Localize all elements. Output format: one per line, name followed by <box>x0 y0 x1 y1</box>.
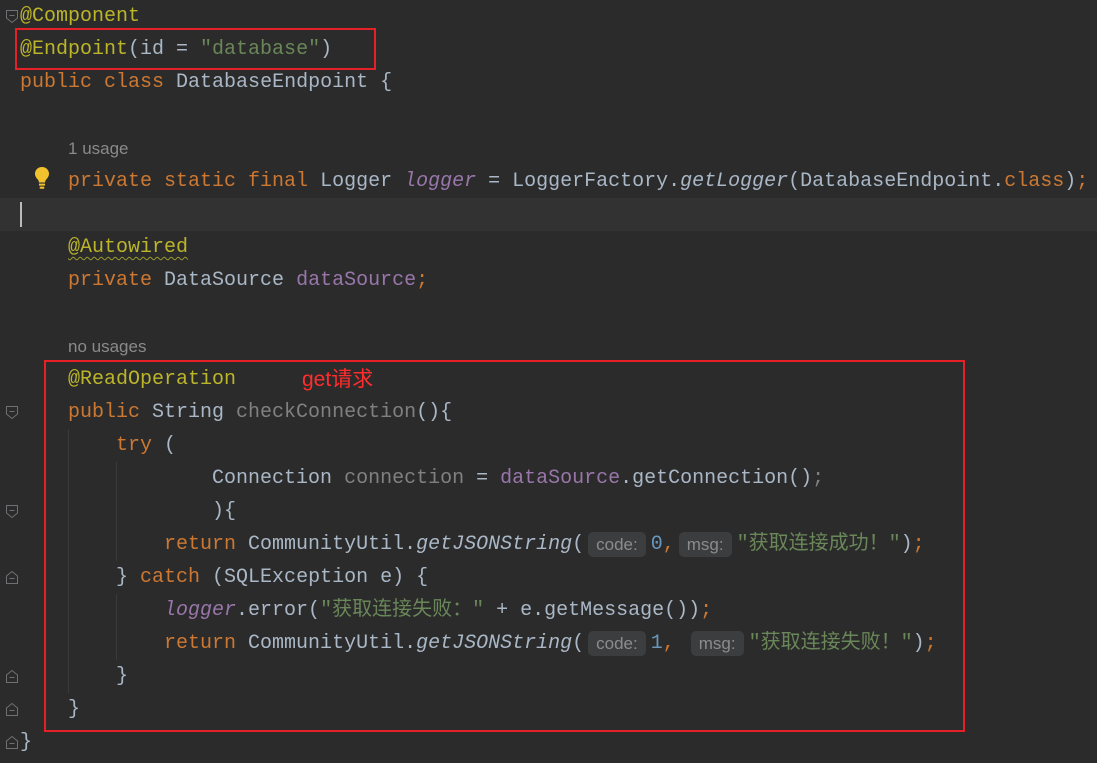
code-token: ; <box>416 269 429 292</box>
code-token: @Component <box>20 5 141 28</box>
fold-end-icon[interactable] <box>5 570 19 585</box>
code-text: } <box>20 726 32 759</box>
code-token: getLogger <box>680 170 789 193</box>
fold-end-glyph <box>6 735 18 749</box>
code-text: public class DatabaseEndpoint { <box>20 66 392 99</box>
code-token: private <box>68 269 153 292</box>
code-text: @Autowired <box>20 231 188 264</box>
code-token: class <box>104 71 165 94</box>
code-text: private static final Logger logger = Log… <box>20 165 1088 198</box>
code-editor[interactable]: @Component @Endpoint(id = "database") publ… <box>0 0 1097 763</box>
highlight-box-endpoint-annotation <box>15 28 376 70</box>
code-token: } <box>20 731 33 754</box>
code-token: Logger <box>308 170 405 193</box>
code-token: dataSource <box>296 269 417 292</box>
text-caret <box>20 202 22 227</box>
code-token: logger <box>404 170 477 193</box>
code-token: DataSource <box>152 269 297 292</box>
code-token: ) <box>1064 170 1077 193</box>
fold-end-glyph <box>6 669 18 683</box>
code-line[interactable]: no usages <box>0 330 1097 363</box>
code-token: DatabaseEndpoint { <box>164 71 393 94</box>
fold-start-glyph <box>6 406 18 420</box>
code-text: private DataSource dataSource; <box>20 264 428 297</box>
code-token: = LoggerFactory. <box>476 170 681 193</box>
usages-hint[interactable]: no usages <box>68 337 146 356</box>
code-token: ; <box>1076 170 1089 193</box>
fold-end-glyph <box>6 570 18 584</box>
code-line[interactable] <box>0 297 1097 330</box>
code-text: no usages <box>20 330 146 363</box>
fold-end-icon[interactable] <box>5 669 19 684</box>
code-line[interactable]: private static final Logger logger = Log… <box>0 165 1097 198</box>
callout-get-request: get请求 <box>302 368 374 391</box>
fold-end-icon[interactable] <box>5 702 19 717</box>
code-token: class <box>1004 170 1065 193</box>
code-line[interactable]: 1 usage <box>0 132 1097 165</box>
highlight-box-read-operation <box>44 360 965 732</box>
code-line[interactable]: private DataSource dataSource; <box>0 264 1097 297</box>
fold-start-icon[interactable] <box>5 504 19 519</box>
usages-hint[interactable]: 1 usage <box>68 139 129 158</box>
fold-start-icon[interactable] <box>5 9 19 24</box>
code-line[interactable] <box>0 99 1097 132</box>
fold-start-glyph <box>6 505 18 519</box>
code-token: @Autowired <box>68 236 189 259</box>
code-line[interactable]: public class DatabaseEndpoint { <box>0 66 1097 99</box>
code-token: (DatabaseEndpoint. <box>788 170 1005 193</box>
current-code-line[interactable] <box>0 198 1097 231</box>
fold-end-glyph <box>6 702 18 716</box>
code-line[interactable]: @Autowired <box>0 231 1097 264</box>
code-token: public <box>20 71 93 94</box>
fold-start-glyph <box>6 10 18 24</box>
code-token: private static final <box>68 170 309 193</box>
fold-start-icon[interactable] <box>5 405 19 420</box>
code-text: 1 usage <box>20 132 129 165</box>
fold-end-icon[interactable] <box>5 735 19 750</box>
